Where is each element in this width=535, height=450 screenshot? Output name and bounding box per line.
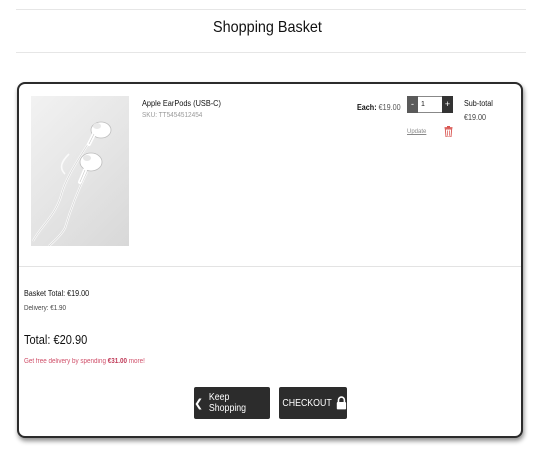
product-name: Apple EarPods (USB-C): [142, 99, 221, 108]
grand-total: Total: €20.90: [24, 332, 88, 347]
chevron-left-icon: ❮: [194, 397, 204, 410]
basket-total: Basket Total: €19.00: [24, 289, 90, 298]
update-link[interactable]: Update: [407, 129, 426, 135]
top-divider: [16, 9, 526, 10]
quantity-stepper: - +: [407, 96, 453, 113]
keep-shopping-label: Keep Shopping: [209, 392, 247, 414]
lock-icon: [336, 396, 347, 410]
keep-shopping-button[interactable]: ❮ Keep Shopping: [194, 387, 270, 419]
subtotal-value: €19.00: [464, 113, 487, 122]
free-delivery-amount: €31.00: [107, 358, 127, 365]
decrement-button[interactable]: -: [407, 96, 418, 113]
checkout-label: CHECKOUT: [282, 397, 332, 409]
checkout-button[interactable]: CHECKOUT: [279, 387, 347, 419]
product-sku: SKU: TT5454512454: [142, 112, 203, 119]
free-delivery-prefix: Get free delivery by spending: [24, 358, 108, 365]
basket-card: Apple EarPods (USB-C) SKU: TT5454512454 …: [17, 82, 523, 438]
delivery-cost: Delivery: €1.90: [24, 305, 67, 312]
quantity-input[interactable]: [418, 96, 442, 113]
each-value: €19.00: [378, 103, 401, 112]
each-price: Each: €19.00: [357, 103, 401, 112]
free-delivery-message: Get free delivery by spending €31.00 mor…: [24, 358, 145, 365]
product-image[interactable]: [31, 96, 129, 246]
title-divider: [16, 52, 526, 53]
free-delivery-suffix: more!: [126, 358, 145, 365]
summary-divider: [19, 266, 521, 267]
page-title: Shopping Basket: [213, 19, 322, 36]
earpods-image: [32, 121, 112, 246]
trash-icon[interactable]: [444, 126, 453, 137]
subtotal-label: Sub-total: [464, 99, 493, 108]
increment-button[interactable]: +: [442, 96, 453, 113]
each-label: Each:: [357, 103, 377, 112]
